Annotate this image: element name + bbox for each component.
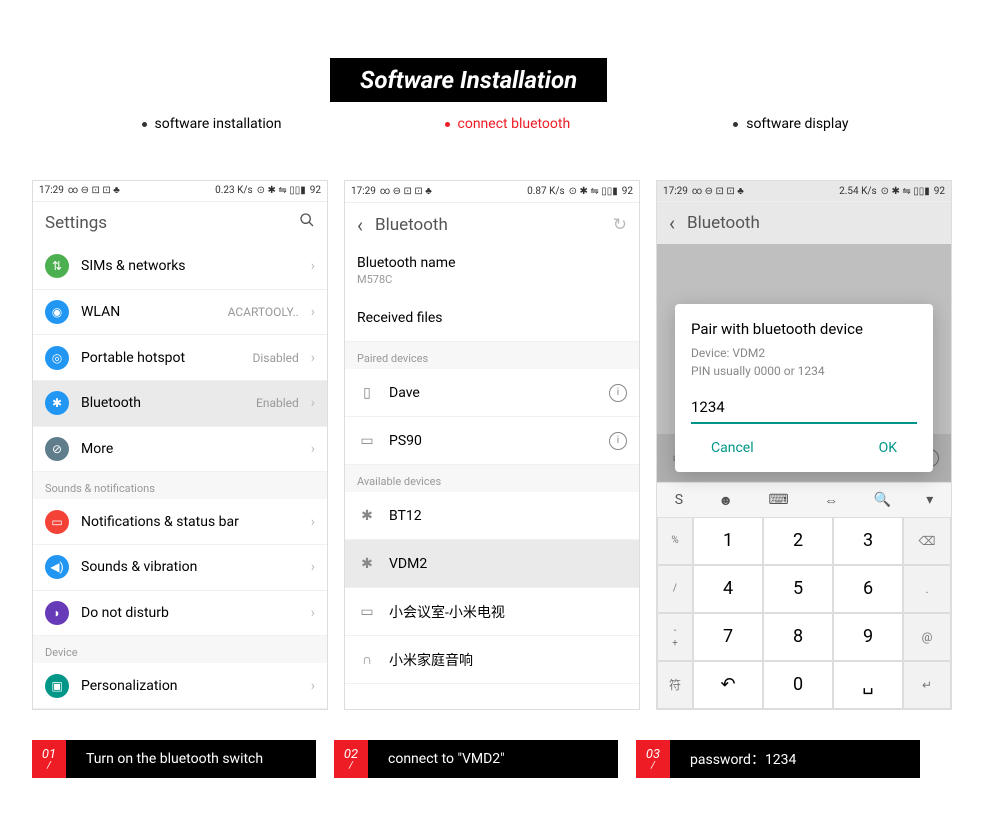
row-hotspot[interactable]: ◎Portable hotspotDisabled› — [33, 335, 327, 381]
refresh-icon[interactable]: ↻ — [613, 215, 627, 235]
device-dave[interactable]: ▯Davei — [345, 369, 639, 417]
row-personalization[interactable]: ▣Personalization› — [33, 663, 327, 709]
laptop-icon: ▭ — [357, 604, 377, 620]
numeric-keyboard: % 1 2 3 ⌫ / 4 5 6 . -+ 7 8 9 @ 符 ↶ 0 ␣ ↵ — [657, 517, 951, 709]
info-icon[interactable]: i — [609, 384, 627, 402]
key-4[interactable]: 4 — [693, 565, 763, 613]
key-space[interactable]: ␣ — [833, 661, 903, 709]
key-9[interactable]: 9 — [833, 613, 903, 661]
kb-logo-icon[interactable]: S — [675, 492, 683, 508]
available-header: Available devices — [345, 465, 639, 492]
bluetooth-icon: ✱ — [357, 556, 377, 572]
row-dnd[interactable]: ◗Do not disturb› — [33, 591, 327, 637]
key-plusminus[interactable]: -+ — [657, 613, 693, 661]
search-icon[interactable] — [299, 212, 315, 233]
tab-display[interactable]: software display — [733, 116, 848, 132]
key-at[interactable]: @ — [903, 613, 951, 661]
headphones-icon: ∩ — [357, 651, 377, 668]
back-icon[interactable]: ‹ — [357, 213, 363, 237]
phone-icon: ▯ — [357, 385, 377, 401]
received-files-row[interactable]: Received files — [345, 294, 639, 342]
kb-keyboard-icon[interactable]: ⌨ — [768, 492, 788, 508]
tab-install[interactable]: software installation — [142, 116, 282, 132]
bt-name-row[interactable]: Bluetooth name M578C — [345, 247, 639, 294]
kb-search-icon[interactable]: 🔍 — [873, 492, 890, 508]
key-7[interactable]: 7 — [693, 613, 763, 661]
dialog-device: Device: VDM2 — [691, 346, 917, 360]
info-icon[interactable]: i — [609, 432, 627, 450]
keyboard-toolbar: S ☻ ⌨ ⇔ 🔍 ▾ — [657, 482, 951, 517]
back-icon[interactable]: ‹ — [669, 211, 675, 235]
key-enter[interactable]: ↵ — [903, 661, 951, 709]
settings-header: Settings — [33, 202, 327, 244]
step-1: 01/ Turn on the bluetooth switch — [32, 740, 316, 778]
tab-bar: software installation connect bluetooth … — [0, 116, 990, 132]
device-xiaomi-tv[interactable]: ▭小会议室-小米电视 — [345, 588, 639, 636]
section-device: Device — [33, 636, 327, 663]
key-8[interactable]: 8 — [763, 613, 833, 661]
status-bar: 17:29∞ ⊖ ⊡ ⊡ ♣ 2.54 K/s⊙ ✱ ⇋ ▯▯▮92 — [657, 181, 951, 202]
phone-bluetooth: 17:29∞ ⊖ ⊡ ⊡ ♣ 0.87 K/s⊙ ✱ ⇋ ▯▯▮92 ‹ Blu… — [344, 180, 640, 710]
row-bluetooth[interactable]: ✱BluetoothEnabled› — [33, 381, 327, 427]
page-title: Software Installation — [330, 58, 607, 102]
paired-header: Paired devices — [345, 342, 639, 369]
bluetooth-icon: ✱ — [357, 508, 377, 524]
dialog-title: Pair with bluetooth device — [691, 320, 917, 338]
key-percent[interactable]: % — [657, 517, 693, 565]
ok-button[interactable]: OK — [879, 440, 897, 456]
laptop-icon: ▭ — [357, 433, 377, 449]
key-undo[interactable]: ↶ — [693, 661, 763, 709]
device-vdm2[interactable]: ✱VDM2 — [345, 540, 639, 588]
key-3[interactable]: 3 — [833, 517, 903, 565]
key-slash[interactable]: / — [657, 565, 693, 613]
row-more[interactable]: ⊘More› — [33, 427, 327, 473]
kb-emoji-icon[interactable]: ☻ — [718, 492, 733, 509]
pin-input[interactable] — [691, 392, 917, 424]
row-wlan[interactable]: ◉WLANACARTOOLY..› — [33, 290, 327, 336]
key-5[interactable]: 5 — [763, 565, 833, 613]
device-ps90[interactable]: ▭PS90i — [345, 417, 639, 465]
status-bar: 17:29∞ ⊖ ⊡ ⊡ ♣ 0.87 K/s⊙ ✱ ⇋ ▯▯▮92 — [345, 181, 639, 203]
key-0[interactable]: 0 — [763, 661, 833, 709]
device-xiaomi-audio[interactable]: ∩小米家庭音响 — [345, 636, 639, 684]
key-symbols[interactable]: 符 — [657, 661, 693, 709]
phone-pair-dialog: 17:29∞ ⊖ ⊡ ⊡ ♣ 2.54 K/s⊙ ✱ ⇋ ▯▯▮92 ‹ Blu… — [656, 180, 952, 710]
kb-move-icon[interactable]: ⇔ — [824, 492, 838, 509]
tab-bluetooth[interactable]: connect bluetooth — [445, 116, 571, 132]
pair-dialog: Pair with bluetooth device Device: VDM2 … — [675, 304, 933, 472]
device-bt12[interactable]: ✱BT12 — [345, 492, 639, 540]
bluetooth-header: ‹ Bluetooth ↻ — [345, 203, 639, 247]
status-bar: 17:29∞ ⊖ ⊡ ⊡ ♣ 0.23 K/s⊙ ✱ ⇋ ▯▯▮92 — [33, 181, 327, 202]
row-sims[interactable]: ⇅SIMs & networks› — [33, 244, 327, 290]
step-3: 03/ password：1234 — [636, 740, 920, 778]
section-sounds: Sounds & notifications — [33, 472, 327, 499]
phone-settings: 17:29∞ ⊖ ⊡ ⊡ ♣ 0.23 K/s⊙ ✱ ⇋ ▯▯▮92 Setti… — [32, 180, 328, 710]
row-notifications[interactable]: ▭Notifications & status bar› — [33, 499, 327, 545]
key-backspace[interactable]: ⌫ — [903, 517, 951, 565]
dialog-hint: PIN usually 0000 or 1234 — [691, 364, 917, 378]
step-2: 02/ connect to "VMD2" — [334, 740, 618, 778]
bluetooth-header: ‹ Bluetooth — [657, 202, 951, 244]
key-2[interactable]: 2 — [763, 517, 833, 565]
key-1[interactable]: 1 — [693, 517, 763, 565]
kb-dropdown-icon[interactable]: ▾ — [926, 492, 933, 508]
row-sounds[interactable]: ◀)Sounds & vibration› — [33, 545, 327, 591]
instruction-steps: 01/ Turn on the bluetooth switch 02/ con… — [32, 740, 920, 778]
key-6[interactable]: 6 — [833, 565, 903, 613]
cancel-button[interactable]: Cancel — [711, 440, 754, 456]
key-dot[interactable]: . — [903, 565, 951, 613]
